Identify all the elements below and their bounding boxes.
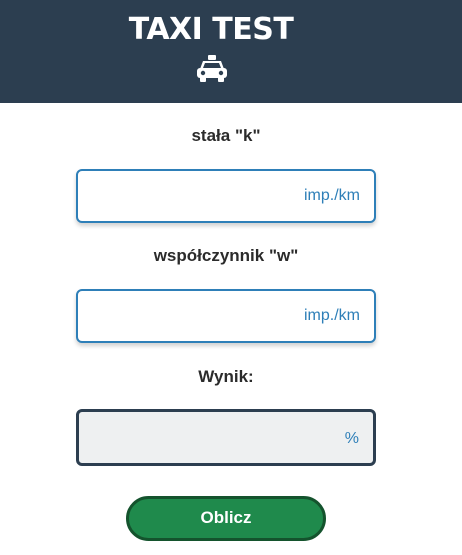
w-coefficient-input[interactable] [88,291,302,343]
calculate-button[interactable]: Oblicz [126,496,326,541]
k-constant-field[interactable]: imp./km [76,169,376,223]
w-unit-label: imp./km [304,307,360,324]
taxi-icon [197,55,227,82]
w-coefficient-label: współczynnik "w" [153,246,299,265]
result-field: % [76,409,376,466]
k-unit-label: imp./km [304,187,360,204]
k-constant-label: stała "k" [191,126,261,145]
app-header: TAXI TEST [0,0,462,103]
result-unit-label: % [344,430,359,447]
w-coefficient-field[interactable]: imp./km [76,289,376,343]
app-title: TAXI TEST [128,12,294,47]
k-constant-input[interactable] [88,171,302,223]
result-label: Wynik: [198,367,254,386]
